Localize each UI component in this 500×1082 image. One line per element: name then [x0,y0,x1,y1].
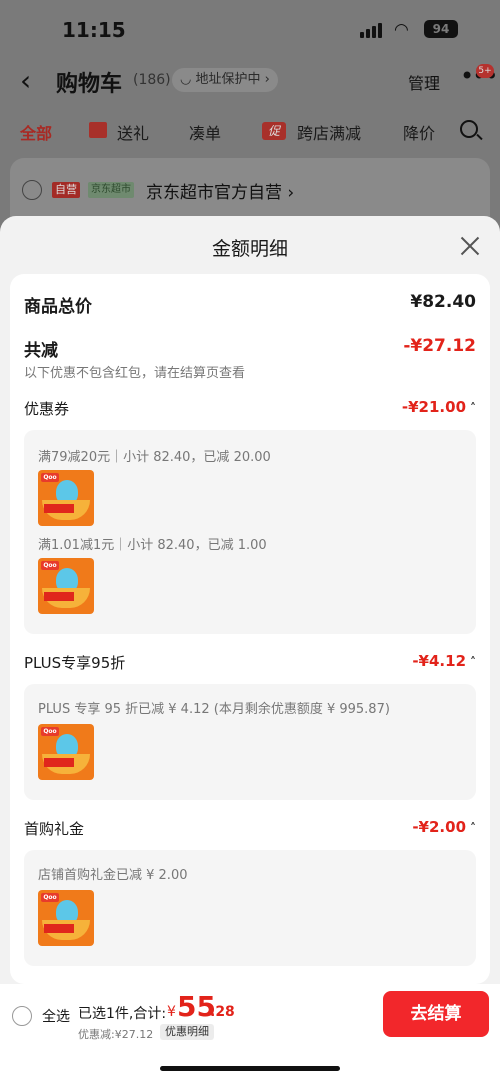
battery-icon: 94 [424,20,458,38]
total-label: 商品总价 [24,297,92,317]
first-purchase-label: 首购礼金 [24,820,85,838]
amount-detail-sheet: 金额明细 商品总价 ¥82.40 共减 -¥27.12 以下优惠不包含红包，请在… [0,216,500,1082]
discount-note: 以下优惠不包含红包，请在结算页查看 [24,366,246,381]
select-all-radio[interactable] [12,1006,32,1026]
checkout-bar: 全选 已选1件,合计: ¥ 55 .28 优惠减:¥27.12 优惠明细 去结算 [0,984,500,1082]
checkout-button[interactable]: 去结算 [383,991,489,1037]
selected-summary: 已选1件,合计: [78,1006,167,1022]
first-purchase-value: -¥2.00 [412,818,466,836]
status-time: 11:15 [62,18,126,42]
back-icon[interactable]: ‹ [20,64,31,97]
cart-nav-bar: ‹ 购物车 (186) ◡ 地址保护中 › 管理 ••• 5+ [0,58,500,104]
wifi-icon: ◠ [394,20,409,40]
search-icon[interactable] [460,120,478,138]
plus-value: -¥4.12 [412,652,466,670]
promo-icon: 促 [262,122,286,140]
store-select-radio[interactable] [22,180,42,200]
currency-symbol: ¥ [167,1004,176,1020]
detail-card: 商品总价 ¥82.40 共减 -¥27.12 以下优惠不包含红包，请在结算页查看… [10,274,490,984]
address-protect-badge[interactable]: ◡ 地址保护中 › [172,68,278,92]
plus-line: PLUS 专享 95 折已减 ¥ 4.12 (本月剩余优惠额度 ¥ 995.87… [38,702,390,717]
manage-button[interactable]: 管理 [408,70,440,94]
filter-tabs: 全部 送礼 凑单 促 跨店满减 降价 [0,114,500,148]
tab-all[interactable]: 全部 [20,120,52,144]
product-thumbnail: Qoo [38,470,94,526]
first-purchase-detail-box: 店铺首购礼金已减 ¥ 2.00 Qoo [24,850,476,966]
self-operated-badge: 自营 [52,182,80,198]
page-title: 购物车 [56,72,123,97]
sheet-title: 金额明细 [211,238,288,260]
store-name[interactable]: 京东超市官方自营 › [146,178,294,203]
chevron-up-icon: ˄ [470,821,476,835]
home-indicator [160,1066,340,1071]
cart-count: (186) [133,72,171,88]
coupon-label: 优惠券 [24,400,70,418]
product-thumbnail: Qoo [38,558,94,614]
product-thumbnail: Qoo [38,724,94,780]
close-icon[interactable] [458,234,482,258]
tab-gift[interactable]: 送礼 [117,120,149,144]
product-thumbnail: Qoo [38,890,94,946]
notification-badge: 5+ [476,64,494,78]
tab-price-drop[interactable]: 降价 [403,120,435,144]
coupon-line-1: 满79减20元｜小计 82.40，已减 20.00 [38,450,271,465]
tab-cross-store[interactable]: 跨店满减 [297,120,361,144]
plus-label: PLUS专享95折 [24,654,126,672]
coupon-value: -¥21.00 [401,398,466,416]
total-amount-decimal: .28 [210,1004,235,1020]
first-purchase-line: 店铺首购礼金已减 ¥ 2.00 [38,868,188,883]
chevron-up-icon: ˄ [470,401,476,415]
cellular-signal-icon [360,22,386,38]
gift-icon [89,122,107,138]
reduce-label: 共减 [24,341,58,361]
select-all-label[interactable]: 全选 [42,1006,70,1026]
discount-detail-button[interactable]: 优惠明细 [160,1024,214,1040]
total-value: ¥82.40 [410,292,476,312]
status-bar: 11:15 ◠ 94 [0,0,500,58]
coupon-line-2: 满1.01减1元｜小计 82.40，已减 1.00 [38,538,267,553]
plus-detail-box: PLUS 专享 95 折已减 ¥ 4.12 (本月剩余优惠额度 ¥ 995.87… [24,684,476,800]
coupon-detail-box: 满79减20元｜小计 82.40，已减 20.00 Qoo 满1.01减1元｜小… [24,430,476,634]
chevron-up-icon: ˄ [470,655,476,669]
supermarket-badge: 京东超市 [88,182,134,198]
reduce-value: -¥27.12 [403,336,476,356]
tab-coudan[interactable]: 凑单 [189,120,221,144]
discount-summary: 优惠减:¥27.12 [78,1028,154,1041]
